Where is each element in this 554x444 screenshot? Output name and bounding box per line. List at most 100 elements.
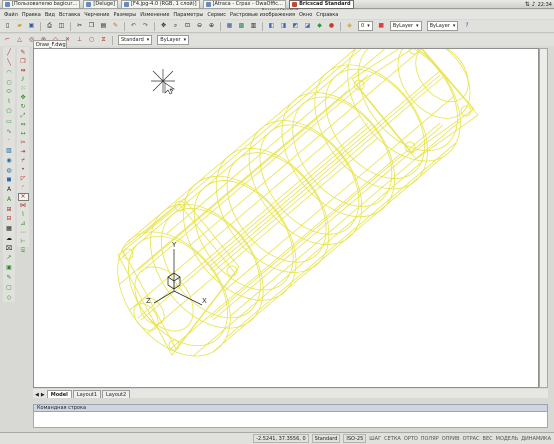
new-file-icon[interactable]: ▯ xyxy=(2,21,13,32)
viewport-icon[interactable]: ▣ xyxy=(4,264,15,273)
render-icon[interactable]: ● xyxy=(326,21,337,32)
design-center-icon[interactable]: ▩ xyxy=(236,21,247,32)
tab-layout1[interactable]: Layout1 xyxy=(72,390,102,398)
grid-toggle[interactable]: СЕТКА xyxy=(384,436,401,442)
text-icon[interactable]: A xyxy=(4,186,15,195)
dimstyle-status[interactable]: ISO-25 xyxy=(343,434,367,443)
wipeout-icon[interactable]: ⌧ xyxy=(4,244,15,253)
text-style-status[interactable]: Standard xyxy=(311,434,341,443)
snap-toggle[interactable]: ШАГ xyxy=(369,436,381,442)
properties-edit-icon[interactable]: ⌸ xyxy=(18,247,29,255)
arc-icon[interactable]: ◠ xyxy=(4,69,15,78)
hatch-icon[interactable]: ▨ xyxy=(4,147,15,156)
print-icon[interactable]: ⎙ xyxy=(44,21,55,32)
extend-icon[interactable]: ⇥ xyxy=(18,148,29,156)
snap-tangent-icon[interactable]: ○ xyxy=(86,35,97,46)
spline-icon[interactable]: ∿ xyxy=(4,127,15,136)
ellipse-icon[interactable]: ⬭ xyxy=(4,88,15,97)
fillet-icon[interactable]: ◜ xyxy=(18,184,29,192)
dynamic-input-toggle[interactable]: ДИНАМИКА xyxy=(521,436,551,442)
rectangle-icon[interactable]: ▭ xyxy=(4,117,15,126)
measure-icon[interactable]: ⊢ xyxy=(18,238,29,246)
paste-icon[interactable]: ▤ xyxy=(98,21,109,32)
redo-icon[interactable]: ↷ xyxy=(140,21,151,32)
revision-cloud-icon[interactable]: ☁ xyxy=(4,235,15,244)
view-side-icon[interactable]: ◩ xyxy=(290,21,301,32)
snap-nearest-icon[interactable]: ⧖ xyxy=(98,35,109,46)
rotate-icon[interactable]: ↻ xyxy=(18,103,29,111)
infinite-line-icon[interactable]: ╲ xyxy=(4,59,15,68)
tab-layout2[interactable]: Layout2 xyxy=(102,390,131,398)
open-folder-icon[interactable]: ▰ xyxy=(14,21,25,32)
taskbar-item-gimp[interactable]: [F4.jpg-4.0 (RGB, 1 слой)] xyxy=(121,0,200,9)
mtext-icon[interactable]: A xyxy=(4,195,15,204)
break-at-point-icon[interactable]: • xyxy=(18,166,29,174)
model-toggle[interactable]: МОДЕЛЬ xyxy=(496,436,519,442)
text-style-combo[interactable]: Standard xyxy=(118,35,153,45)
menu-insert[interactable]: Вставка xyxy=(59,12,80,18)
menu-help[interactable]: Справка xyxy=(316,12,338,18)
block-insert-icon[interactable]: ⊞ xyxy=(4,205,15,214)
color-combo[interactable]: ByLayer xyxy=(389,21,422,31)
shade-icon[interactable]: ◆ xyxy=(314,21,325,32)
zoom-realtime-icon[interactable]: ⌕ xyxy=(170,21,181,32)
menu-window[interactable]: Окно xyxy=(299,12,312,18)
menu-draw[interactable]: Черчение xyxy=(84,12,109,18)
trim-icon[interactable]: ✂ xyxy=(18,139,29,147)
polygon-icon[interactable]: ⬠ xyxy=(4,108,15,117)
clock[interactable]: 22:34 xyxy=(538,2,552,8)
copy-entity-icon[interactable]: ❐ xyxy=(18,58,29,66)
zoom-previous-icon[interactable]: ⊖ xyxy=(194,21,205,32)
lineweight-toggle[interactable]: ВЕС xyxy=(483,436,493,442)
undo-icon[interactable]: ↶ xyxy=(128,21,139,32)
erase-icon[interactable]: ✎ xyxy=(18,49,29,57)
tool-palette-icon[interactable]: ▥ xyxy=(248,21,259,32)
move-icon[interactable]: ✥ xyxy=(18,94,29,102)
view-front-icon[interactable]: ◨ xyxy=(278,21,289,32)
point-icon[interactable]: · xyxy=(4,137,15,146)
print-preview-icon[interactable]: ◫ xyxy=(56,21,67,32)
snap-midpoint-icon[interactable]: △ xyxy=(14,35,25,46)
pan-icon[interactable]: ✥ xyxy=(158,21,169,32)
menu-settings[interactable]: Параметры xyxy=(173,12,203,18)
copy-icon[interactable]: ❐ xyxy=(86,21,97,32)
menu-edit[interactable]: Правка xyxy=(22,12,41,18)
zoom-window-icon[interactable]: ⊡ xyxy=(182,21,193,32)
view-top-icon[interactable]: ◧ xyxy=(266,21,277,32)
scale-icon[interactable]: ⤢ xyxy=(18,112,29,120)
menu-dimensions[interactable]: Размеры xyxy=(114,12,137,18)
layer-manager-icon[interactable]: ◈ xyxy=(344,21,355,32)
leader-icon[interactable]: ↗ xyxy=(4,254,15,263)
solid-icon[interactable]: ◼ xyxy=(4,176,15,185)
taskbar-item-bricscad[interactable]: Bricscad Standard xyxy=(289,0,354,9)
first-tab-arrow-icon[interactable]: ◀ xyxy=(35,392,39,398)
table-icon[interactable]: ▦ xyxy=(4,225,15,234)
volume-icon[interactable]: ♪ xyxy=(532,1,536,8)
array-icon[interactable]: ⁙ xyxy=(18,85,29,93)
match-properties-icon[interactable]: ✎ xyxy=(110,21,121,32)
lengthen-icon[interactable]: ↔ xyxy=(18,130,29,138)
linetype-combo[interactable]: ByLayer xyxy=(426,21,459,31)
align-icon[interactable]: ⊿ xyxy=(18,220,29,228)
help-icon[interactable]: ? xyxy=(461,21,472,32)
polyline-icon[interactable]: ⌇ xyxy=(4,98,15,107)
command-line-input[interactable] xyxy=(33,412,548,428)
properties-icon[interactable]: ▦ xyxy=(224,21,235,32)
explode-icon[interactable]: ✕ xyxy=(17,193,29,201)
3dface-icon[interactable]: ◇ xyxy=(4,293,15,302)
menu-view[interactable]: Вид xyxy=(45,12,55,18)
offset-icon[interactable]: ⫽ xyxy=(18,76,29,84)
network-icon[interactable]: ⇅ xyxy=(525,1,530,8)
otrack-toggle[interactable]: ОТРАС xyxy=(463,436,480,442)
boundary-icon[interactable]: ▢ xyxy=(4,283,15,292)
line-icon[interactable]: ╱ xyxy=(4,49,15,58)
region-icon[interactable]: ◍ xyxy=(4,166,15,175)
snap-endpoint-icon[interactable]: ⌐ xyxy=(2,35,13,46)
menu-tools[interactable]: Сервис xyxy=(207,12,226,18)
snap-perpendicular-icon[interactable]: ⊥ xyxy=(74,35,85,46)
drawing-canvas[interactable]: Y X Z xyxy=(33,48,539,388)
ortho-toggle[interactable]: ОРТО xyxy=(404,436,418,442)
divide-icon[interactable]: ⋯ xyxy=(18,229,29,237)
circle-icon[interactable]: ○ xyxy=(4,78,15,87)
save-icon[interactable]: ▣ xyxy=(26,21,37,32)
